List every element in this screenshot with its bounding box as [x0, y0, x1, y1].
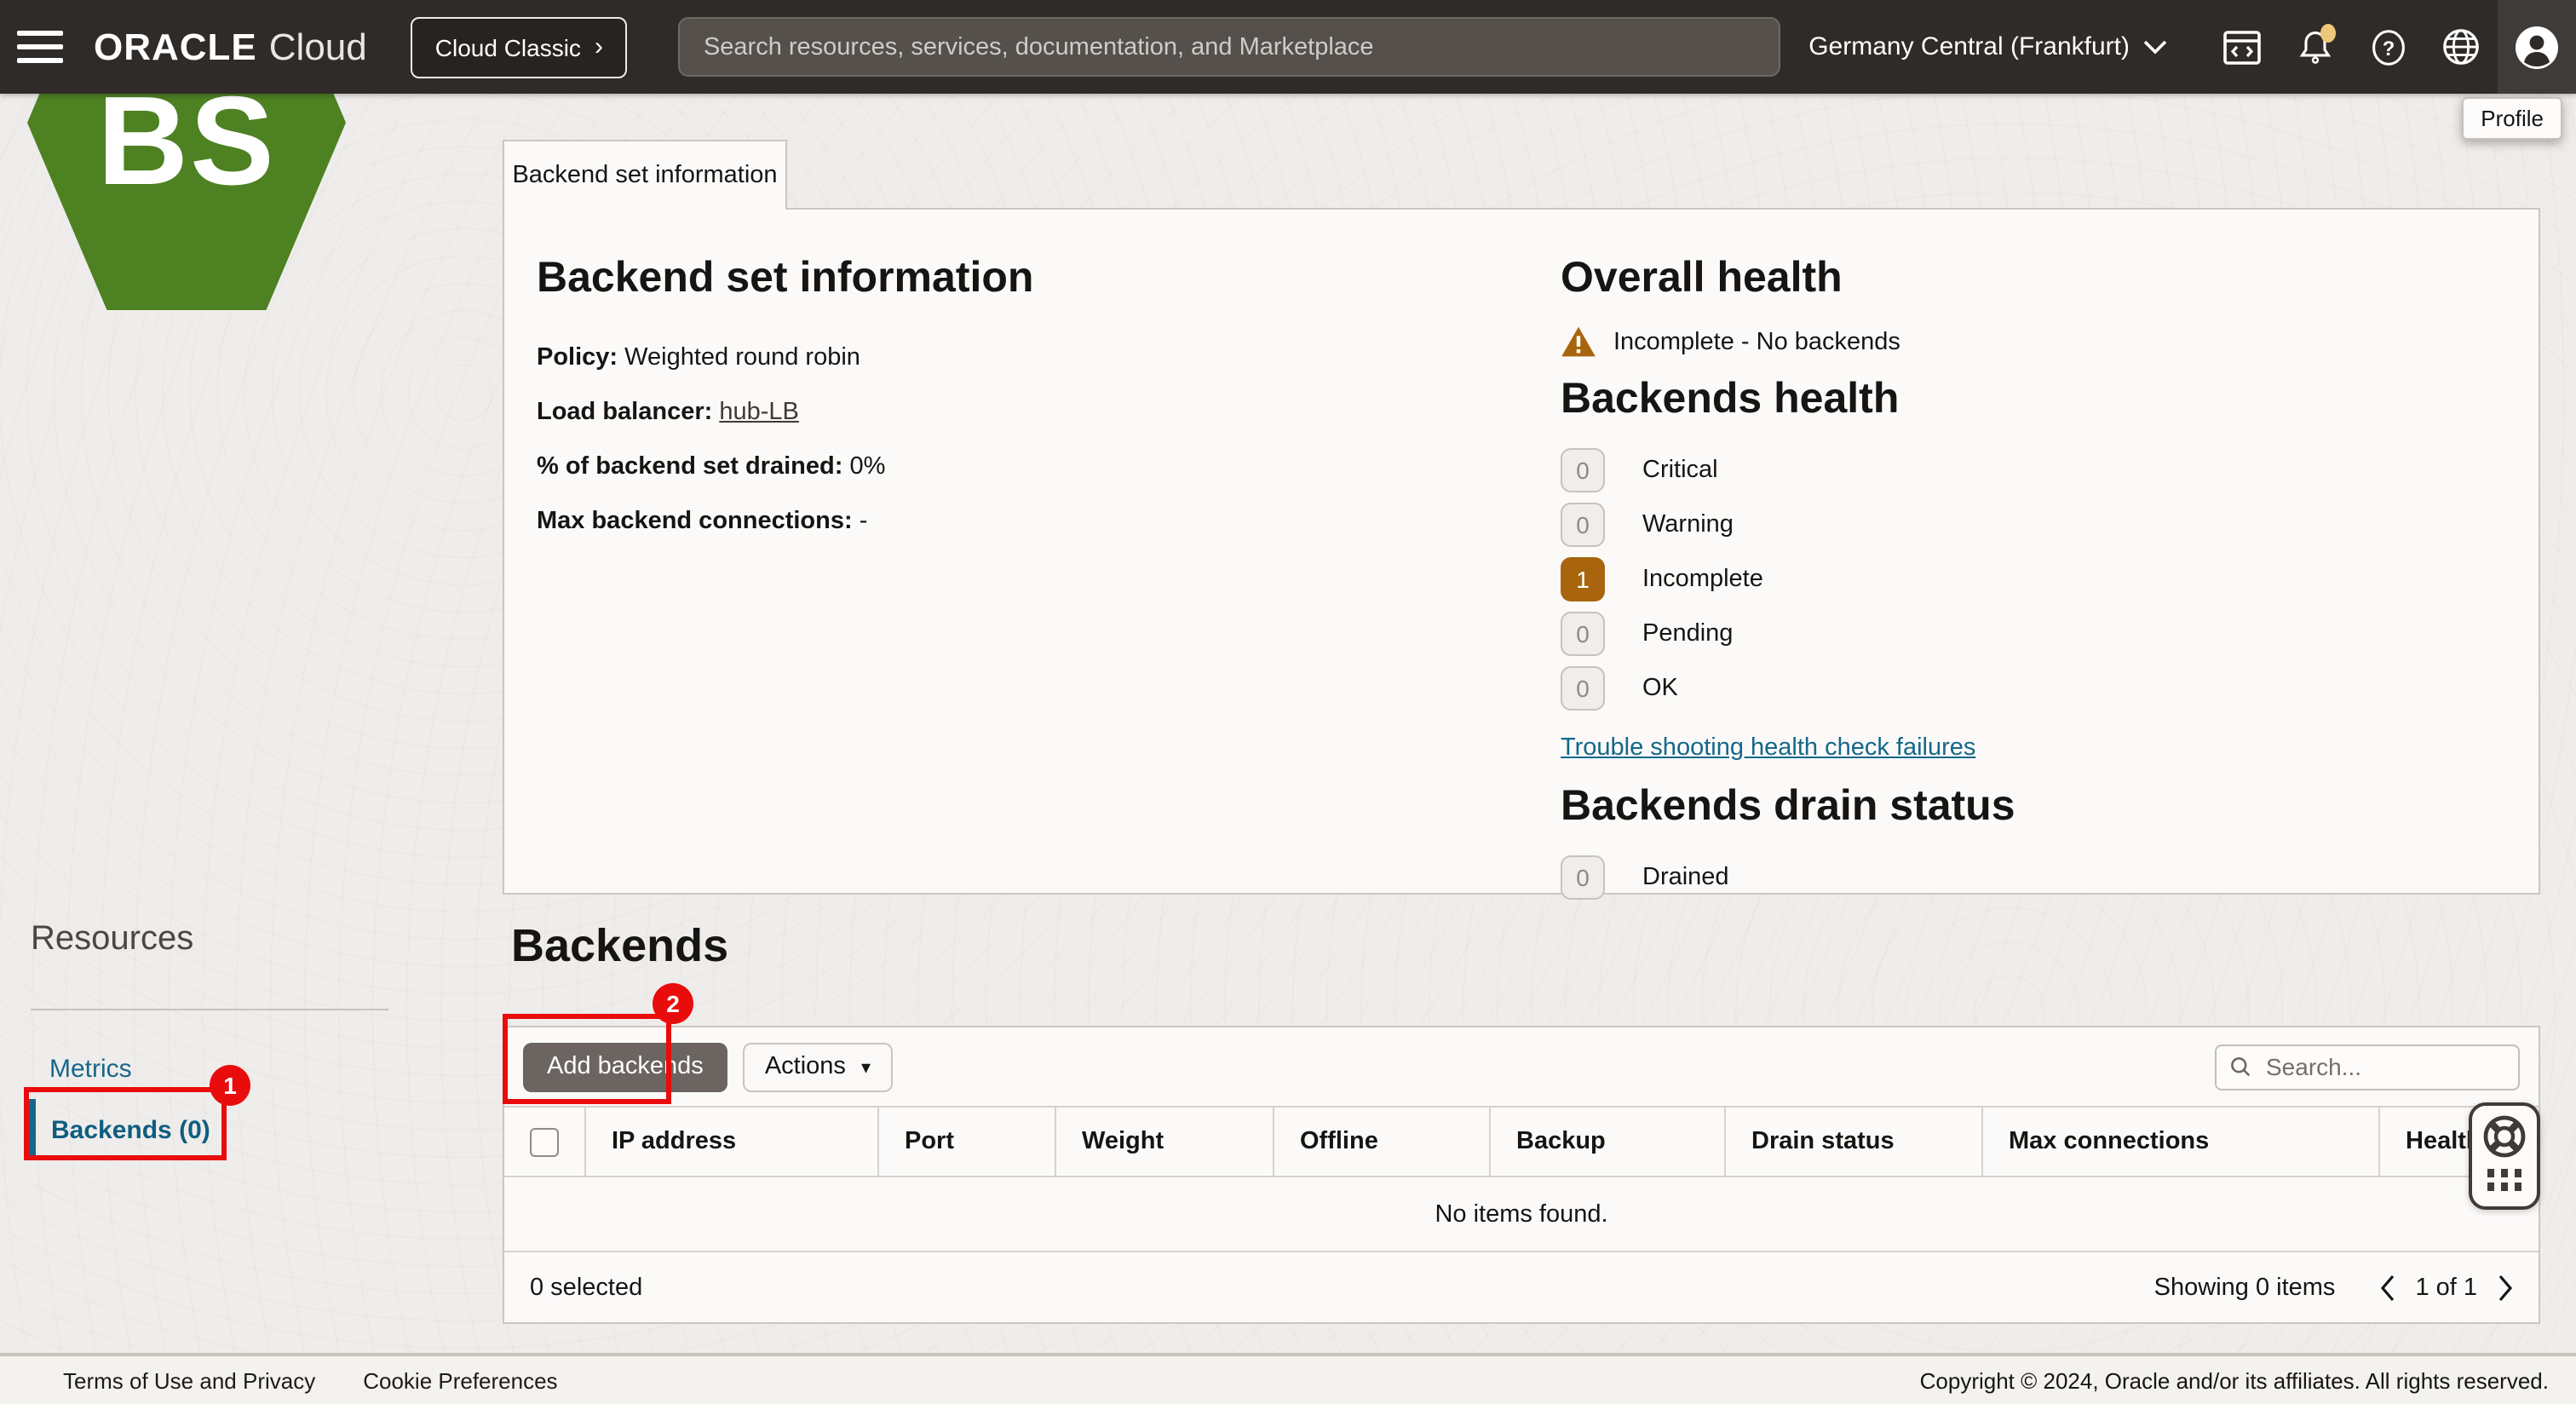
tab-backend-set-information[interactable]: Backend set information	[503, 140, 787, 210]
overall-health-status: Incomplete - No backends	[1561, 325, 2515, 358]
copyright-text: Copyright © 2024, Oracle and/or its affi…	[1920, 1367, 2549, 1393]
select-all-checkbox[interactable]	[530, 1127, 559, 1156]
profile-avatar-icon[interactable]	[2498, 0, 2576, 94]
sidebar-item-metrics[interactable]: Metrics	[49, 1055, 132, 1084]
notifications-bell-icon[interactable]	[2278, 0, 2351, 94]
annotation-step-1: 1	[210, 1065, 250, 1106]
logo-cloud: Cloud	[269, 25, 367, 69]
selected-count: 0 selected	[530, 1274, 642, 1301]
developer-console-icon[interactable]	[2205, 0, 2278, 94]
field-policy: Policy: Weighted round robin	[537, 344, 1491, 371]
page-indicator: 1 of 1	[2415, 1274, 2477, 1301]
troubleshooting-link[interactable]: Trouble shooting health check failures	[1561, 734, 1975, 762]
column-header-port: Port	[877, 1108, 1055, 1176]
chevron-right-icon: ›	[595, 34, 603, 60]
app-grid-icon[interactable]	[2487, 1169, 2522, 1190]
pending-count-badge: 0	[1561, 612, 1605, 656]
overall-health-text: Incomplete - No backends	[1613, 328, 1900, 355]
load-balancer-link[interactable]: hub-LB	[719, 399, 799, 426]
select-all-cell	[504, 1108, 584, 1176]
column-header-max-connections: Max connections	[1981, 1108, 2378, 1176]
overall-health-title: Overall health	[1561, 254, 2515, 303]
search-icon	[2230, 1055, 2251, 1079]
cloud-classic-button[interactable]: Cloud Classic ›	[411, 16, 627, 78]
region-label: Germany Central (Frankfurt)	[1808, 32, 2130, 61]
table-search-input[interactable]	[2263, 1051, 2504, 1082]
warning-count-badge: 0	[1561, 503, 1605, 547]
table-footer-row: 0 selected Showing 0 items 1 of 1	[504, 1252, 2539, 1322]
drain-row-drained: 0 Drained	[1561, 855, 2515, 900]
backends-toolbar: Add backends Actions ▾	[504, 1027, 2539, 1106]
showing-items-text: Showing 0 items	[2154, 1274, 2336, 1301]
support-widget	[2469, 1102, 2540, 1210]
region-selector[interactable]: Germany Central (Frankfurt)	[1808, 32, 2167, 61]
column-header-drain-status: Drain status	[1724, 1108, 1981, 1176]
page-footer: Terms of Use and Privacy Cookie Preferen…	[0, 1353, 2576, 1404]
backend-set-info-column: Backend set information Policy: Weighted…	[537, 254, 1491, 562]
language-globe-icon[interactable]	[2424, 0, 2498, 94]
sidebar-item-backends[interactable]: Backends (0)	[51, 1116, 210, 1145]
column-header-offline: Offline	[1273, 1108, 1489, 1176]
column-header-backup: Backup	[1489, 1108, 1724, 1176]
notification-badge-dot	[2320, 24, 2336, 43]
page-previous-icon[interactable]	[2379, 1274, 2395, 1301]
health-column: Overall health Incomplete - No backends …	[1561, 254, 2515, 910]
table-header-row: IP address Port Weight Offline Backup Dr…	[504, 1106, 2539, 1177]
help-icon[interactable]: ?	[2351, 0, 2424, 94]
actions-button[interactable]: Actions ▾	[743, 1042, 893, 1091]
add-backends-button[interactable]: Add backends	[523, 1042, 727, 1091]
health-row-critical: 0 Critical	[1561, 448, 2515, 492]
global-search-bar	[678, 17, 1780, 77]
table-search-box	[2215, 1044, 2520, 1090]
oracle-cloud-logo: ORACLE Cloud	[94, 25, 367, 69]
hamburger-menu-icon[interactable]	[17, 31, 63, 63]
cookie-preferences-link[interactable]: Cookie Preferences	[363, 1367, 557, 1393]
annotation-step-2: 2	[653, 983, 693, 1024]
backends-section-title: Backends	[511, 920, 728, 973]
profile-tooltip: Profile	[2462, 97, 2562, 140]
terms-link[interactable]: Terms of Use and Privacy	[63, 1367, 315, 1393]
backend-set-info-title: Backend set information	[537, 254, 1491, 303]
table-empty-message: No items found.	[504, 1177, 2539, 1252]
resources-title: Resources	[31, 920, 193, 959]
backends-health-title: Backends health	[1561, 375, 2515, 424]
health-row-ok: 0 OK	[1561, 666, 2515, 711]
ok-count-badge: 0	[1561, 666, 1605, 711]
global-search-input[interactable]	[680, 33, 1779, 60]
health-row-incomplete: 1 Incomplete	[1561, 557, 2515, 601]
logo-oracle: ORACLE	[94, 25, 257, 69]
field-max-connections: Max backend connections: -	[537, 508, 1491, 535]
incomplete-count-badge: 1	[1561, 557, 1605, 601]
health-row-pending: 0 Pending	[1561, 612, 2515, 656]
header-icons: ?	[2205, 0, 2576, 94]
active-item-indicator	[29, 1099, 36, 1157]
backends-table-card: Add backends Actions ▾ IP address Port W…	[503, 1026, 2540, 1324]
support-lifebuoy-icon[interactable]	[2481, 1113, 2528, 1160]
critical-count-badge: 0	[1561, 448, 1605, 492]
chevron-down-icon	[2143, 39, 2167, 55]
cloud-classic-label: Cloud Classic	[435, 33, 581, 60]
drained-count-badge: 0	[1561, 855, 1605, 900]
column-header-weight: Weight	[1055, 1108, 1273, 1176]
column-header-ip-address: IP address	[584, 1108, 877, 1176]
pagination: 1 of 1	[2379, 1274, 2513, 1301]
page: BS ORACLE Cloud Cloud Classic › Germany …	[0, 0, 2576, 1404]
backend-set-initials: BS	[27, 78, 346, 204]
health-row-warning: 0 Warning	[1561, 503, 2515, 547]
svg-text:?: ?	[2382, 37, 2395, 60]
field-drained-percent: % of backend set drained: 0%	[537, 453, 1491, 480]
backends-drain-title: Backends drain status	[1561, 782, 2515, 831]
top-navigation-bar: ORACLE Cloud Cloud Classic › Germany Cen…	[0, 0, 2576, 94]
warning-triangle-icon	[1561, 325, 1596, 358]
field-load-balancer: Load balancer: hub-LB	[537, 399, 1491, 426]
resources-divider	[31, 1009, 388, 1010]
backend-set-panel: Backend set information Policy: Weighted…	[503, 208, 2540, 895]
caret-down-icon: ▾	[861, 1056, 871, 1078]
page-next-icon[interactable]	[2498, 1274, 2513, 1301]
